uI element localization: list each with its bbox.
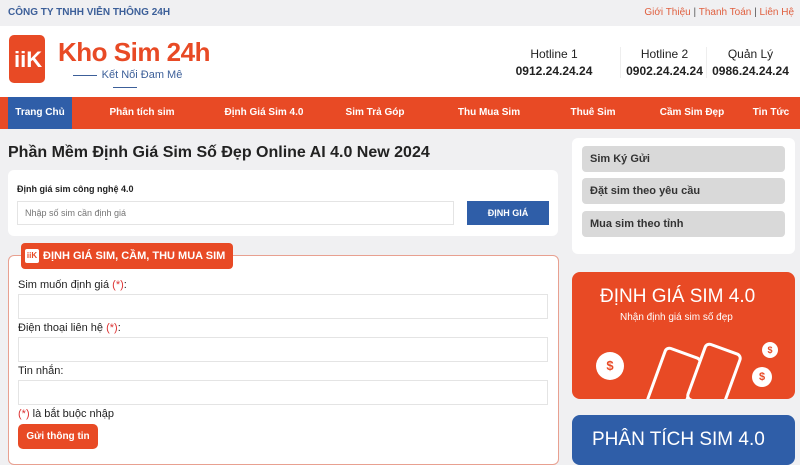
label-text: Điện thoại liên hệ xyxy=(18,322,104,334)
form-badge: iiK ĐỊNH GIÁ SIM, CẦM, THU MUA SIM xyxy=(21,243,234,269)
sidebar-consign[interactable]: Sim Ký Gửi xyxy=(582,146,785,172)
valuate-button[interactable]: ĐỊNH GIÁ xyxy=(467,201,549,225)
money-bag-icon: $ xyxy=(752,367,772,387)
money-bag-icon: $ xyxy=(762,342,778,358)
nav-news[interactable]: Tin Tức xyxy=(742,97,800,129)
label-text: Sim muốn định giá xyxy=(18,279,110,291)
logo-tagline: Kết Nối Đam Mê xyxy=(58,69,192,93)
hotline-number: 0912.24.24.24 xyxy=(515,64,593,78)
phone-label: Điện thoại liên hệ (*): xyxy=(18,322,121,334)
analysis-banner[interactable]: PHÂN TÍCH SIM 4.0 xyxy=(572,415,795,465)
sim-input[interactable] xyxy=(18,294,548,319)
banner-subtitle: Nhận định giá sim số đẹp xyxy=(620,312,733,323)
nav-valuation[interactable]: Định Giá Sim 4.0 xyxy=(212,97,316,129)
message-input[interactable] xyxy=(18,380,548,405)
banner-title: ĐỊNH GIÁ SIM 4.0 xyxy=(600,286,756,307)
colon: : xyxy=(123,279,127,291)
nav-home[interactable]: Trang Chủ xyxy=(8,97,72,129)
separator: | xyxy=(754,7,757,18)
colon: : xyxy=(117,322,121,334)
logo-mark: iiK xyxy=(14,47,43,72)
hotline-label: Hotline 1 xyxy=(530,47,578,61)
money-bag-icon: $ xyxy=(596,352,624,380)
note-text: là bắt buộc nhập xyxy=(32,408,115,420)
nav-rent[interactable]: Thuê Sim xyxy=(544,97,642,129)
hotline-number: 0902.24.24.24 xyxy=(626,64,703,78)
valuation-banner[interactable]: ĐỊNH GIÁ SIM 4.0 Nhận định giá sim số đẹ… xyxy=(572,272,795,399)
separator: | xyxy=(693,7,697,18)
required-mark: (*) xyxy=(106,322,118,334)
banner-title: PHÂN TÍCH SIM 4.0 xyxy=(592,429,765,450)
message-label: Tin nhắn: xyxy=(18,365,64,377)
logo-text[interactable]: Kho Sim 24h xyxy=(58,37,210,68)
hotline-manager[interactable]: Quản Lý 0986.24.24.24 xyxy=(706,47,794,78)
nav-pawn[interactable]: Cầm Sim Đẹp xyxy=(642,97,742,129)
hotline-1[interactable]: Hotline 1 0912.24.24.24 xyxy=(510,47,598,78)
top-links: Giới Thiệu | Thanh Toán | Liên Hệ xyxy=(644,7,794,18)
search-label: Định giá sim công nghệ 4.0 xyxy=(17,184,134,194)
hotline-number: 0986.24.24.24 xyxy=(712,64,789,78)
required-note: (*) là bắt buộc nhập xyxy=(18,408,114,420)
company-name: CÔNG TY TNHH VIỄN THÔNG 24H xyxy=(8,7,171,18)
sidebar-order[interactable]: Đặt sim theo yêu cầu xyxy=(582,178,785,204)
phone-input[interactable] xyxy=(18,337,548,362)
logo-icon[interactable]: iiK xyxy=(9,35,45,83)
hotline-label: Hotline 2 xyxy=(640,47,689,61)
nav-buy[interactable]: Thu Mua Sim xyxy=(434,97,544,129)
nav-installment[interactable]: Sim Trả Góp xyxy=(316,97,434,129)
main-nav: Trang Chủ Phân tích sim Định Giá Sim 4.0… xyxy=(0,97,800,129)
sidebar-by-province[interactable]: Mua sim theo tỉnh xyxy=(582,211,785,237)
form-badge-text: ĐỊNH GIÁ SIM, CẦM, THU MUA SIM xyxy=(43,250,226,262)
hotline-label: Quản Lý xyxy=(727,47,774,61)
sim-number-input[interactable] xyxy=(17,201,454,225)
required-mark: (*) xyxy=(112,279,124,291)
link-payment[interactable]: Thanh Toán xyxy=(699,7,752,18)
required-mark: (*) xyxy=(18,408,30,420)
logo-icon: iiK xyxy=(25,249,39,263)
page-title: Phần Mềm Định Giá Sim Số Đẹp Online AI 4… xyxy=(8,144,430,161)
submit-button[interactable]: Gửi thông tin xyxy=(18,424,98,449)
hotline-2[interactable]: Hotline 2 0902.24.24.24 xyxy=(620,47,708,78)
nav-analyze[interactable]: Phân tích sim xyxy=(72,97,212,129)
valuation-search-card: Định giá sim công nghệ 4.0 ĐỊNH GIÁ xyxy=(8,170,558,236)
link-contact[interactable]: Liên Hệ xyxy=(760,7,794,18)
sim-label: Sim muốn định giá (*): xyxy=(18,279,127,291)
link-about[interactable]: Giới Thiệu xyxy=(644,7,690,18)
